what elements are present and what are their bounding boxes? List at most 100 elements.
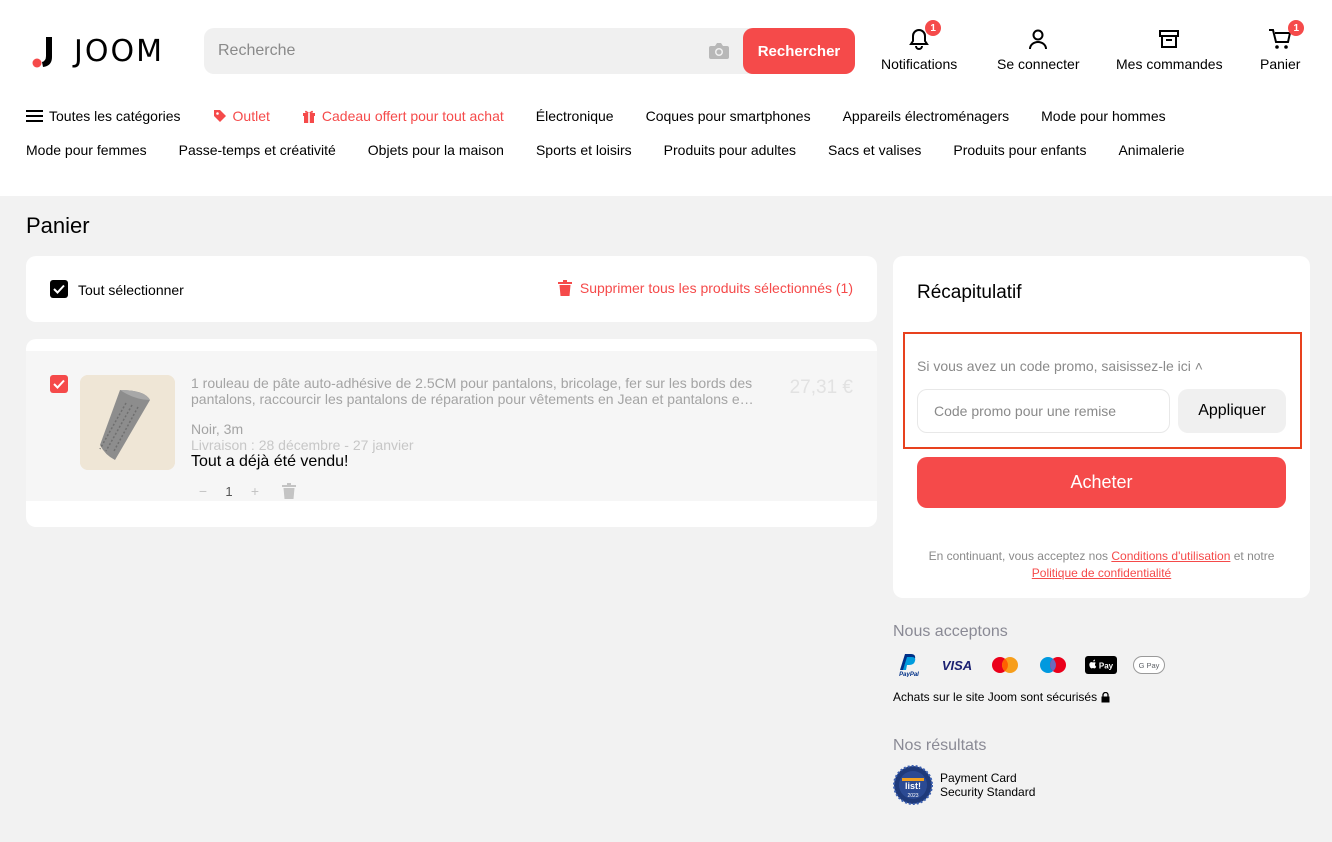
- pci-certification: list! 2023 Payment Card Security Standar…: [893, 765, 1035, 805]
- secure-notice: Achats sur le site Joom sont sécurisés: [893, 690, 1110, 704]
- quantity-stepper: − 1 +: [194, 483, 296, 499]
- category-nav-row-1: Toutes les catégories Outlet Cadeau offe…: [26, 108, 1198, 124]
- notifications-label: Notifications: [881, 56, 958, 72]
- cart-icon: 1: [1268, 20, 1305, 52]
- nav-outlet-label: Outlet: [232, 108, 270, 124]
- cart-item: 1 rouleau de pâte auto-adhésive de 2.5CM…: [26, 351, 877, 501]
- pci-line-1: Payment Card: [940, 771, 1017, 785]
- pci-badge-year: 2023: [907, 793, 918, 799]
- visa-icon: VISA: [941, 654, 973, 676]
- legal-middle: et notre: [1230, 549, 1275, 563]
- search-button[interactable]: Rechercher: [743, 28, 855, 74]
- remove-item-button[interactable]: [282, 483, 296, 499]
- google-pay-icon: G Pay: [1133, 654, 1165, 676]
- gift-icon: [302, 110, 315, 123]
- product-variant: Noir, 3m: [191, 421, 244, 437]
- delete-selected-label: Supprimer tous les produits sélectionnés…: [579, 280, 853, 296]
- trash-icon: [282, 483, 296, 499]
- cart-badge: 1: [1288, 20, 1305, 36]
- select-all-card: Tout sélectionner Supprimer tous les pro…: [26, 256, 877, 322]
- nav-all-categories-label: Toutes les catégories: [49, 108, 181, 124]
- pci-text: Payment Card Security Standard: [940, 771, 1035, 799]
- header: JOOM Rechercher 1 Notifications Se conne…: [0, 0, 1332, 196]
- login-button[interactable]: Se connecter: [997, 26, 1080, 72]
- legal-prefix: En continuant, vous acceptez nos: [928, 549, 1112, 563]
- nav-animalerie[interactable]: Animalerie: [1118, 142, 1184, 158]
- nav-passe-temps[interactable]: Passe-temps et créativité: [179, 142, 336, 158]
- select-all-checkbox[interactable]: [50, 280, 68, 298]
- orders-label: Mes commandes: [1116, 56, 1223, 72]
- cart-item-card: 1 rouleau de pâte auto-adhésive de 2.5CM…: [26, 339, 877, 527]
- promo-section: Si vous avez un code promo, saisissez-le…: [903, 332, 1302, 449]
- nav-electronique[interactable]: Électronique: [536, 108, 614, 124]
- buy-button[interactable]: Acheter: [917, 457, 1286, 508]
- nav-mode-hommes[interactable]: Mode pour hommes: [1041, 108, 1166, 124]
- svg-text:list!: list!: [905, 781, 921, 791]
- notifications-badge: 1: [925, 20, 942, 36]
- check-icon: [53, 284, 65, 294]
- svg-text:PayPal: PayPal: [899, 672, 919, 677]
- user-icon: [1028, 26, 1048, 52]
- cart-label: Panier: [1260, 56, 1301, 72]
- product-delivery: Livraison : 28 décembre - 27 janvier: [191, 437, 414, 453]
- payment-methods: PayPal VISA Pay G Pay: [893, 654, 1181, 677]
- camera-icon[interactable]: [708, 41, 730, 61]
- delete-selected-button[interactable]: Supprimer tous les produits sélectionnés…: [557, 280, 853, 296]
- tag-icon: [213, 110, 226, 122]
- item-checkbox[interactable]: [50, 375, 68, 393]
- apply-promo-button[interactable]: Appliquer: [1178, 389, 1286, 433]
- bell-icon: 1: [909, 20, 942, 52]
- mastercard-icon: [989, 654, 1021, 676]
- paypal-icon: PayPal: [893, 654, 925, 677]
- product-price: 27,31 €: [789, 377, 853, 398]
- privacy-link[interactable]: Politique de confidentialité: [1032, 566, 1171, 580]
- cart-button[interactable]: 1 Panier: [1260, 20, 1305, 72]
- nav-coques[interactable]: Coques pour smartphones: [646, 108, 811, 124]
- lock-icon: [1101, 691, 1110, 702]
- joom-logo-icon: [32, 36, 52, 67]
- sold-out-text: Tout a déjà été vendu!: [191, 453, 349, 470]
- product-title[interactable]: 1 rouleau de pâte auto-adhésive de 2.5CM…: [191, 375, 776, 407]
- svg-text:VISA: VISA: [942, 658, 972, 672]
- nav-all-categories[interactable]: Toutes les catégories: [26, 108, 181, 124]
- joom-logo[interactable]: JOOM: [32, 34, 164, 69]
- nav-adultes[interactable]: Produits pour adultes: [664, 142, 796, 158]
- terms-link[interactable]: Conditions d'utilisation: [1111, 549, 1230, 563]
- notifications-button[interactable]: 1 Notifications: [881, 20, 958, 72]
- search-input[interactable]: [204, 28, 694, 74]
- quantity-decrease-button[interactable]: −: [194, 483, 212, 499]
- nav-outlet[interactable]: Outlet: [213, 108, 270, 124]
- nav-sacs[interactable]: Sacs et valises: [828, 142, 921, 158]
- page-title: Panier: [26, 213, 90, 238]
- summary-card: Récapitulatif Si vous avez un code promo…: [893, 256, 1310, 598]
- select-all-label: Tout sélectionner: [78, 282, 184, 298]
- quantity-increase-button[interactable]: +: [246, 483, 264, 499]
- check-icon: [53, 379, 65, 389]
- apple-pay-icon: Pay: [1085, 654, 1117, 676]
- pci-line-2: Security Standard: [940, 785, 1036, 799]
- results-title: Nos résultats: [893, 737, 987, 754]
- nav-electromenagers[interactable]: Appareils électroménagers: [843, 108, 1010, 124]
- maestro-icon: [1037, 654, 1069, 676]
- legal-notice: En continuant, vous acceptez nos Conditi…: [917, 548, 1286, 582]
- search-bar: Recherche r: [204, 28, 855, 74]
- promo-toggle[interactable]: Si vous avez un code promo, saisissez-le…: [917, 358, 1203, 374]
- accepted-payments-title: Nous acceptons: [893, 623, 1008, 640]
- svg-text:G Pay: G Pay: [1139, 661, 1160, 670]
- box-icon: [1158, 26, 1180, 52]
- quantity-value: 1: [225, 483, 233, 499]
- logo-text: JOOM: [74, 34, 164, 69]
- orders-button[interactable]: Mes commandes: [1116, 26, 1223, 72]
- nav-sports[interactable]: Sports et loisirs: [536, 142, 632, 158]
- nav-gift-label: Cadeau offert pour tout achat: [321, 108, 504, 124]
- nav-enfants[interactable]: Produits pour enfants: [953, 142, 1086, 158]
- category-nav-row-2: Mode pour femmes Passe-temps et créativi…: [26, 142, 1217, 158]
- nav-maison[interactable]: Objets pour la maison: [368, 142, 504, 158]
- nav-gift[interactable]: Cadeau offert pour tout achat: [302, 108, 504, 124]
- menu-icon: [26, 110, 43, 122]
- promo-code-input[interactable]: [917, 389, 1170, 433]
- pci-badge-icon: list! 2023: [893, 765, 933, 805]
- summary-title: Récapitulatif: [917, 282, 1022, 303]
- nav-mode-femmes[interactable]: Mode pour femmes: [26, 142, 147, 158]
- product-image[interactable]: [80, 375, 175, 470]
